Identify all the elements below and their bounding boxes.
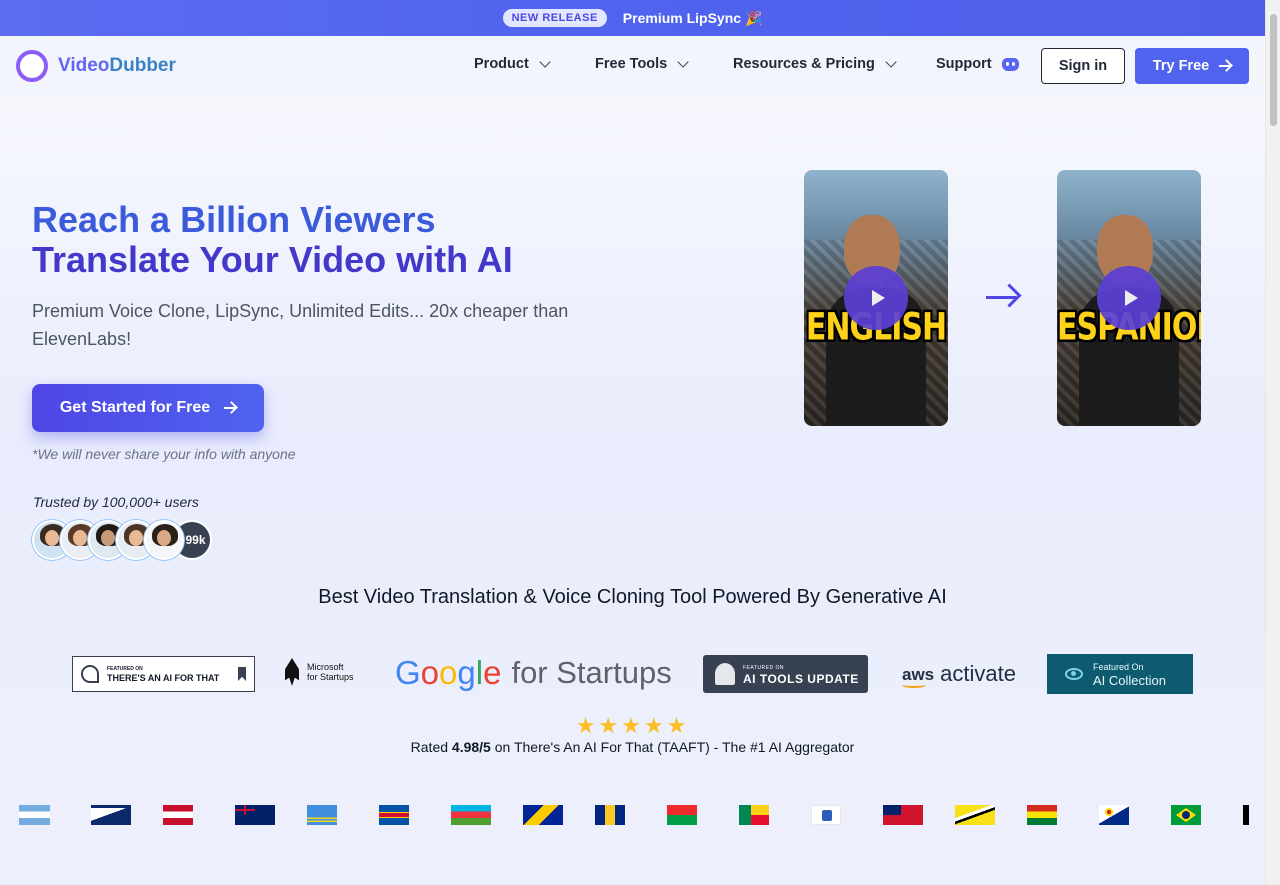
nav-free-tools[interactable]: Free Tools [595, 56, 689, 72]
headline-line-1: Reach a Billion Viewers [32, 199, 436, 240]
section-title: Best Video Translation & Voice Cloning T… [318, 586, 947, 608]
chevron-down-icon [539, 56, 551, 68]
top-navigation: VideoDubber Product Free Tools Resources… [0, 36, 1265, 96]
rating-suffix: on There's An AI For That (TAAFT) - The … [494, 739, 855, 755]
arrow-right-icon [224, 407, 237, 409]
nav-support-label: Support [936, 56, 992, 72]
new-release-badge: NEW RELEASE [502, 9, 607, 27]
discord-icon [1001, 57, 1019, 71]
nav-resources-pricing[interactable]: Resources & Pricing [733, 56, 897, 72]
rating-stars: ★★★★★ [575, 713, 690, 738]
google-wordmark-icon: Google [395, 654, 502, 691]
microsoft-startups-logo[interactable]: Microsoft for Startups [285, 658, 354, 686]
user-avatars: +99k [32, 520, 212, 560]
rocket-icon [285, 658, 299, 686]
brand-logo[interactable]: VideoDubber [16, 50, 176, 82]
brazil-flag-icon [1171, 805, 1201, 825]
scrollbar[interactable] [1265, 0, 1280, 885]
play-icon[interactable] [1097, 266, 1161, 330]
chevron-down-icon [885, 56, 897, 68]
arrow-right-icon [1219, 65, 1232, 67]
logo-ring-icon [16, 50, 48, 82]
brunei-flag-icon [955, 805, 995, 825]
sign-in-button[interactable]: Sign in [1041, 48, 1125, 84]
trusted-text: Trusted by 100,000+ users [33, 494, 199, 510]
hero-subtitle: Premium Voice Clone, LipSync, Unlimited … [32, 301, 569, 349]
play-icon[interactable] [844, 266, 908, 330]
scrollbar-thumb[interactable] [1270, 14, 1277, 126]
rating-text: Rated 4.98/5 on There's An AI For That (… [0, 739, 1265, 755]
google-for-startups-logo[interactable]: Google for Startups [395, 654, 672, 692]
bookmark-icon [238, 667, 246, 681]
rating-prefix: Rated [410, 739, 449, 755]
robot-icon [715, 663, 735, 685]
announcement-text[interactable]: Premium LipSync 🎉 [623, 10, 763, 27]
avatar [144, 520, 184, 560]
nav-product-label: Product [474, 56, 529, 72]
bermuda-flag-icon [883, 805, 923, 825]
get-started-button[interactable]: Get Started for Free [32, 384, 264, 432]
brand-name-part1: Video [58, 55, 110, 76]
aws-activate-logo[interactable]: aws activate [902, 660, 1016, 688]
aland-islands-flag-icon [379, 805, 409, 825]
argentina-flag-icon [19, 805, 50, 825]
bonaire-flag-icon [1099, 805, 1129, 825]
aws-activate-label: activate [940, 661, 1016, 686]
eye-icon [1065, 668, 1083, 680]
taaft-logo[interactable]: FEATURED ON THERE'S AN AI FOR THAT [72, 656, 255, 692]
australia-flag-icon [235, 805, 275, 825]
hero-headline: Reach a Billion Viewers Translate Your V… [32, 200, 513, 280]
microsoft-line1: Microsoft [307, 662, 344, 672]
aic-label: AI Collection [1093, 673, 1166, 688]
google-for-startups-label: for Startups [511, 655, 672, 690]
announcement-bar[interactable]: NEW RELEASE Premium LipSync 🎉 [0, 0, 1265, 36]
austria-flag-icon [163, 805, 193, 825]
ai-collection-logo[interactable]: Featured On AI Collection [1047, 654, 1193, 694]
chevron-down-icon [677, 56, 689, 68]
benin-flag-icon [739, 805, 769, 825]
video-card-english[interactable]: ENGLISH [804, 170, 948, 426]
video-card-spanish[interactable]: ESPANIOL [1057, 170, 1201, 426]
bahamas-flag-icon [1243, 805, 1249, 825]
nav-support[interactable]: Support [936, 56, 1019, 72]
taaft-icon [81, 665, 99, 683]
rating-score: 4.98/5 [451, 739, 491, 755]
american-samoa-flag-icon [91, 805, 131, 825]
try-free-button[interactable]: Try Free [1135, 48, 1249, 84]
taaft-label: THERE'S AN AI FOR THAT [107, 673, 220, 683]
microsoft-line2: for Startups [307, 672, 354, 682]
azerbaijan-flag-icon [451, 805, 491, 825]
aruba-flag-icon [307, 805, 337, 825]
try-free-label: Try Free [1152, 58, 1210, 74]
ai-tools-update-logo[interactable]: FEATURED ON AI TOOLS UPDATE [703, 655, 868, 693]
featured-logos: FEATURED ON THERE'S AN AI FOR THAT Micros… [0, 654, 1265, 696]
arrow-right-icon [986, 283, 1022, 308]
brand-name-part2: Dubber [109, 55, 176, 76]
nav-resources-label: Resources & Pricing [733, 56, 875, 72]
bolivia-flag-icon [1027, 805, 1057, 825]
headline-line-2: Translate Your Video with AI [32, 239, 513, 280]
get-started-label: Get Started for Free [59, 399, 211, 416]
bosnia-flag-icon [523, 805, 563, 825]
aitu-label: AI TOOLS UPDATE [743, 672, 859, 686]
aws-label: aws [902, 665, 935, 684]
barbados-flag-icon [595, 805, 625, 825]
burkina-faso-flag-icon [667, 805, 697, 825]
privacy-note: *We will never share your info with anyo… [32, 446, 296, 462]
saint-barthelemy-flag-icon [811, 805, 841, 825]
nav-product[interactable]: Product [474, 56, 551, 72]
nav-free-tools-label: Free Tools [595, 56, 668, 72]
